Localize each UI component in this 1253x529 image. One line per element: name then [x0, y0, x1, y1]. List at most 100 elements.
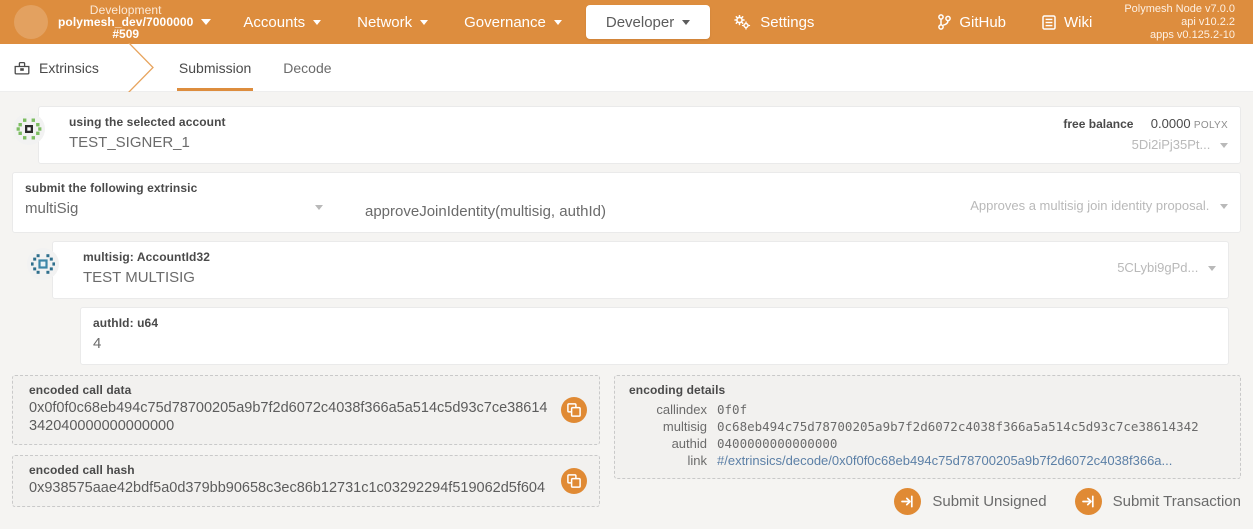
breadcrumb-label: Extrinsics	[39, 59, 99, 76]
extrinsics-icon	[14, 60, 30, 76]
free-balance-amount: 0.0000	[1150, 116, 1191, 131]
submit-unsigned-label: Submit Unsigned	[932, 493, 1047, 510]
table-row: authid 0400000000000000	[629, 435, 1226, 452]
main-nav: Accounts Network Governance Developer Se…	[225, 0, 832, 44]
account-address-dropdown[interactable]: 5Di2iPj35Pt...	[1063, 137, 1228, 153]
encoding-details-box: encoding details callindex 0f0f multisig…	[614, 375, 1241, 479]
version-info: Polymesh Node v7.0.0 api v10.2.2 apps v0…	[1110, 3, 1241, 42]
encoded-call-data-box: encoded call data 0x0f0f0c68eb494c75d787…	[12, 375, 600, 445]
extrinsic-label: submit the following extrinsic	[25, 181, 198, 195]
submit-unsigned-button[interactable]: Submit Unsigned	[894, 488, 1047, 515]
detail-key: multisig	[662, 419, 707, 434]
chevron-down-icon	[553, 19, 562, 25]
encoded-left-column: encoded call data 0x0f0f0c68eb494c75d787…	[12, 375, 600, 507]
chain-logo	[14, 5, 48, 39]
wiki-label: Wiki	[1064, 13, 1093, 31]
top-right-group: GitHub Wiki Polymesh Node v7.0.0 api v10…	[920, 3, 1241, 42]
nav-item-network[interactable]: Network	[339, 0, 446, 44]
table-row: multisig 0c68eb494c75d78700205a9b7f2d607…	[629, 418, 1226, 435]
nav-item-label: Network	[357, 13, 413, 31]
apps-version: apps v0.125.2-10	[1149, 28, 1235, 41]
free-balance-label: free balance	[1063, 117, 1134, 131]
extrinsic-description-dropdown[interactable]: Approves a multisig join identity propos…	[970, 198, 1228, 213]
tab-list: Submission Decode	[163, 44, 348, 91]
detail-key: callindex	[656, 402, 707, 417]
top-navigation-bar: Development polymesh_dev/7000000 #509 Ac…	[0, 0, 1253, 44]
free-balance-unit: POLYX	[1193, 120, 1228, 131]
chevron-down-icon	[313, 19, 322, 25]
account-value[interactable]: TEST_SIGNER_1	[69, 132, 226, 153]
tab-submission[interactable]: Submission	[163, 44, 267, 91]
method-select[interactable]: approveJoinIdentity(multisig, authId)	[365, 201, 606, 222]
pallet-select[interactable]: submit the following extrinsic multiSig	[25, 181, 325, 219]
chain-block-number: #509	[112, 27, 140, 41]
detail-key: authid	[671, 436, 707, 451]
detail-link[interactable]: #/extrinsics/decode/0x0f0f0c68eb494c75d7…	[717, 452, 1226, 469]
multisig-param-label: multisig: AccountId32	[83, 250, 210, 264]
multisig-address-dropdown[interactable]: 5CLybi9gPd...	[1117, 260, 1216, 276]
detail-value: 0f0f	[717, 402, 748, 417]
gear-icon	[734, 14, 751, 30]
copy-icon[interactable]	[561, 397, 587, 423]
copy-icon[interactable]	[561, 468, 587, 494]
encoded-call-hash-label: encoded call hash	[29, 463, 135, 477]
multisig-address: 5CLybi9gPd...	[1117, 260, 1199, 275]
wiki-link[interactable]: Wiki	[1024, 14, 1110, 31]
chevron-down-icon	[201, 19, 212, 25]
table-row: callindex 0f0f	[629, 401, 1226, 418]
chevron-down-icon	[1220, 204, 1228, 210]
chevron-down-icon	[1208, 266, 1216, 272]
nav-item-developer[interactable]: Developer	[585, 5, 711, 39]
multisig-identicon[interactable]	[27, 248, 59, 280]
param-authid-row: authId: u64 4	[80, 307, 1229, 365]
submit-transaction-button[interactable]: Submit Transaction	[1074, 488, 1241, 515]
tab-label: Decode	[283, 59, 332, 76]
encoding-details-title: encoding details	[629, 383, 726, 397]
breadcrumb-extrinsics: Extrinsics	[0, 44, 117, 91]
account-balance-group: free balance 0.0000 POLYX 5Di2iPj35Pt...	[1063, 116, 1228, 153]
extrinsic-description: Approves a multisig join identity propos…	[970, 198, 1210, 213]
tab-label: Submission	[178, 59, 252, 76]
nav-item-governance[interactable]: Governance	[446, 0, 580, 44]
chevron-down-icon	[1220, 143, 1228, 149]
param-multisig-row: multisig: AccountId32 TEST MULTISIG 5CLy…	[27, 241, 1229, 299]
authid-param-label: authId: u64	[93, 316, 159, 330]
nav-item-accounts[interactable]: Accounts	[225, 0, 339, 44]
authid-param-value[interactable]: 4	[93, 333, 1216, 354]
api-version: api v10.2.2	[1181, 15, 1235, 28]
extrinsics-submission-page: using the selected account TEST_SIGNER_1…	[0, 92, 1253, 529]
git-branch-icon	[938, 14, 952, 30]
github-label: GitHub	[959, 13, 1006, 31]
encoded-call-hash-value: 0x938575aae42bdf5a0d379bb90658c3ec86b127…	[29, 480, 546, 496]
breadcrumb-chevron-icon	[117, 43, 163, 92]
detail-value: 0c68eb494c75d78700205a9b7f2d6072c4038f36…	[717, 419, 1199, 434]
multisig-param-value[interactable]: TEST MULTISIG	[83, 267, 1216, 288]
node-version: Polymesh Node v7.0.0	[1124, 2, 1235, 15]
encoded-call-hash-box: encoded call hash 0x938575aae42bdf5a0d37…	[12, 455, 600, 507]
chevron-down-icon	[420, 19, 429, 25]
nav-item-label: Accounts	[243, 13, 306, 31]
encoded-call-data-label: encoded call data	[29, 383, 132, 397]
account-address: 5Di2iPj35Pt...	[1131, 137, 1211, 152]
sign-in-icon	[1074, 488, 1102, 515]
submit-button-group: Submit Unsigned Submit Transaction	[894, 488, 1241, 515]
chevron-down-icon	[315, 205, 323, 210]
pallet-value: multiSig	[25, 200, 79, 217]
tab-decode[interactable]: Decode	[267, 44, 347, 91]
detail-key: link	[687, 453, 707, 468]
chain-selector[interactable]: Development polymesh_dev/7000000 #509	[58, 2, 212, 42]
chevron-down-icon	[682, 19, 691, 25]
github-link[interactable]: GitHub	[920, 14, 1024, 31]
sign-in-icon	[894, 488, 922, 515]
nav-item-label: Settings	[760, 13, 815, 31]
selected-account-row: using the selected account TEST_SIGNER_1…	[13, 106, 1241, 164]
encoded-call-data-value: 0x0f0f0c68eb494c75d78700205a9b7f2d6072c4…	[29, 400, 548, 434]
submit-transaction-label: Submit Transaction	[1112, 493, 1241, 510]
nav-item-label: Developer	[605, 13, 675, 31]
account-label: using the selected account	[69, 115, 226, 129]
signer-identicon[interactable]	[13, 113, 45, 145]
nav-item-label: Governance	[464, 13, 546, 31]
encoding-details-table: callindex 0f0f multisig 0c68eb494c75d787…	[629, 401, 1226, 469]
nav-item-settings[interactable]: Settings	[716, 0, 832, 44]
extrinsic-selector-row: submit the following extrinsic multiSig …	[12, 172, 1241, 233]
